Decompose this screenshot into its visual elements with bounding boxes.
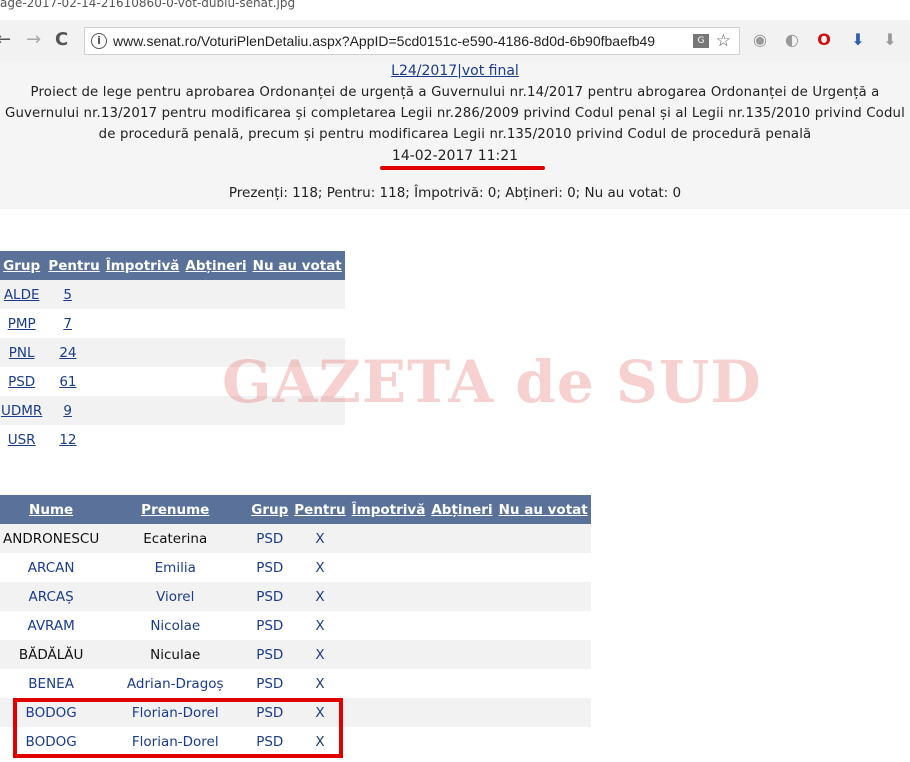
senator-grup: PSD (256, 559, 284, 576)
table-row: UDMR 9 (0, 396, 345, 425)
senator-pentru: X (315, 617, 325, 634)
pentru-count-link[interactable]: 7 (63, 316, 72, 332)
table-row: BENEA Adrian-Dragoș PSD X (0, 669, 591, 698)
header-grup[interactable]: Grup (248, 495, 292, 524)
group-link[interactable]: ALDE (4, 287, 40, 303)
header-nu-au-votat[interactable]: Nu au votat (249, 251, 345, 280)
download-gray-icon[interactable]: ⬇ (880, 30, 900, 50)
table-row: ANDRONESCU Ecaterina PSD X (0, 524, 591, 553)
senator-grup: PSD (256, 617, 284, 634)
browser-toolbar: ← → C i www.senat.ro/VoturiPlenDetaliu.a… (0, 20, 910, 63)
table-row: PSD 61 (0, 367, 345, 396)
senator-pentru: X (315, 559, 325, 576)
group-link[interactable]: UDMR (1, 403, 42, 419)
translate-icon[interactable]: G (693, 34, 709, 48)
table-row: BĂDĂLĂU Niculae PSD X (0, 640, 591, 669)
header-nume[interactable]: Nume (0, 495, 103, 524)
senator-pentru: X (315, 733, 325, 750)
bookmark-star-icon[interactable]: ☆ (716, 31, 731, 51)
senator-nume: BENEA (28, 675, 74, 692)
back-icon[interactable]: ← (0, 30, 11, 50)
forward-icon[interactable]: → (26, 30, 41, 50)
senator-pentru: X (291, 524, 349, 553)
senator-prenume: Florian-Dorel (131, 733, 219, 750)
senator-prenume: Adrian-Dragoș (126, 675, 224, 692)
pentru-count-link[interactable]: 9 (63, 403, 72, 419)
senator-nume: ARCAȘ (0, 582, 103, 611)
senator-grup: PSD (248, 640, 292, 669)
senator-prenume: Emilia (154, 559, 196, 576)
senator-prenume: Niculae (102, 640, 249, 669)
senator-pentru: X (315, 675, 325, 692)
senator-table: Nume Prenume Grup Pentru Împotrivă Abțin… (0, 495, 591, 756)
senator-prenume: Florian-Dorel (102, 698, 249, 727)
senator-grup: PSD (248, 582, 292, 611)
senator-pentru: X (291, 582, 349, 611)
senator-prenume: Nicolae (150, 617, 201, 634)
senator-nume: ARCAN (27, 559, 75, 576)
info-icon[interactable]: i (91, 33, 107, 49)
table-row: USR 12 (0, 425, 345, 454)
table-row: ARCAN Emilia PSD X (0, 553, 591, 582)
table-row: BODOG Florian-Dorel PSD X (0, 727, 591, 756)
senator-nume: BODOG (25, 733, 77, 750)
senator-pentru: X (291, 698, 349, 727)
vote-summary: Prezenți: 118; Pentru: 118; Împotrivă: 0… (228, 185, 682, 201)
header-prenume[interactable]: Prenume (102, 495, 249, 524)
group-table-header: Grup Pentru Împotrivă Abțineri Nu au vot… (0, 251, 345, 280)
senator-grup: PSD (256, 675, 284, 692)
senator-nume: BODOG (0, 698, 103, 727)
url-text[interactable]: www.senat.ro/VoturiPlenDetaliu.aspx?AppI… (113, 33, 655, 49)
senator-grup: PSD (248, 698, 292, 727)
group-table: Grup Pentru Împotrivă Abțineri Nu au vot… (0, 251, 345, 454)
senator-pentru: X (291, 640, 349, 669)
header-pentru[interactable]: Pentru (45, 251, 103, 280)
table-row: AVRAM Nicolae PSD X (0, 611, 591, 640)
header-grup[interactable]: Grup (0, 251, 46, 280)
group-link[interactable]: PSD (8, 374, 35, 390)
senator-table-header: Nume Prenume Grup Pentru Împotrivă Abțin… (0, 495, 591, 524)
senator-prenume: Viorel (102, 582, 249, 611)
table-row: PNL 24 (0, 338, 345, 367)
opera-icon[interactable]: O (814, 30, 834, 50)
table-row: BODOG Florian-Dorel PSD X (0, 698, 591, 727)
group-link[interactable]: USR (8, 432, 36, 448)
header-abtineri[interactable]: Abțineri (182, 251, 250, 280)
header-pentru[interactable]: Pentru (291, 495, 349, 524)
table-row: ARCAȘ Viorel PSD X (0, 582, 591, 611)
group-link[interactable]: PNL (9, 345, 35, 361)
table-row: PMP 7 (0, 309, 345, 338)
header-impotriva[interactable]: Împotrivă (102, 251, 183, 280)
header-impotriva[interactable]: Împotrivă (348, 495, 429, 524)
pentru-count-link[interactable]: 24 (59, 345, 76, 361)
pentru-count-link[interactable]: 12 (59, 432, 76, 448)
red-underline-highlight (380, 166, 545, 170)
vote-datetime: 14-02-2017 11:21 (391, 148, 519, 164)
header-nu-au-votat[interactable]: Nu au votat (495, 495, 591, 524)
pentru-count-link[interactable]: 61 (59, 374, 76, 390)
senator-nume: ANDRONESCU (0, 524, 103, 553)
senator-grup: PSD (256, 733, 284, 750)
image-filename: age-2017-02-14-21610860-0-vot-dublu-sena… (0, 0, 296, 10)
senator-nume: BĂDĂLĂU (0, 640, 103, 669)
address-bar[interactable]: i www.senat.ro/VoturiPlenDetaliu.aspx?Ap… (84, 27, 740, 55)
senator-grup: PSD (248, 524, 292, 553)
group-link[interactable]: PMP (8, 316, 36, 332)
extension-gray-icon[interactable]: ◉ (750, 30, 770, 50)
vote-link[interactable]: L24/2017|vot final (0, 62, 910, 80)
table-row: ALDE 5 (0, 280, 345, 309)
header-abtineri[interactable]: Abțineri (428, 495, 496, 524)
bill-title: Proiect de lege pentru aprobarea Ordonan… (5, 85, 905, 142)
extension-chat-icon[interactable]: ◐ (782, 30, 802, 50)
pentru-count-link[interactable]: 5 (63, 287, 72, 303)
vote-header: L24/2017|vot final Proiect de lege pentr… (0, 62, 910, 209)
senator-prenume: Ecaterina (102, 524, 249, 553)
reload-icon[interactable]: C (55, 30, 68, 50)
download-icon[interactable]: ⬇ (848, 30, 868, 50)
senator-nume: AVRAM (27, 617, 75, 634)
